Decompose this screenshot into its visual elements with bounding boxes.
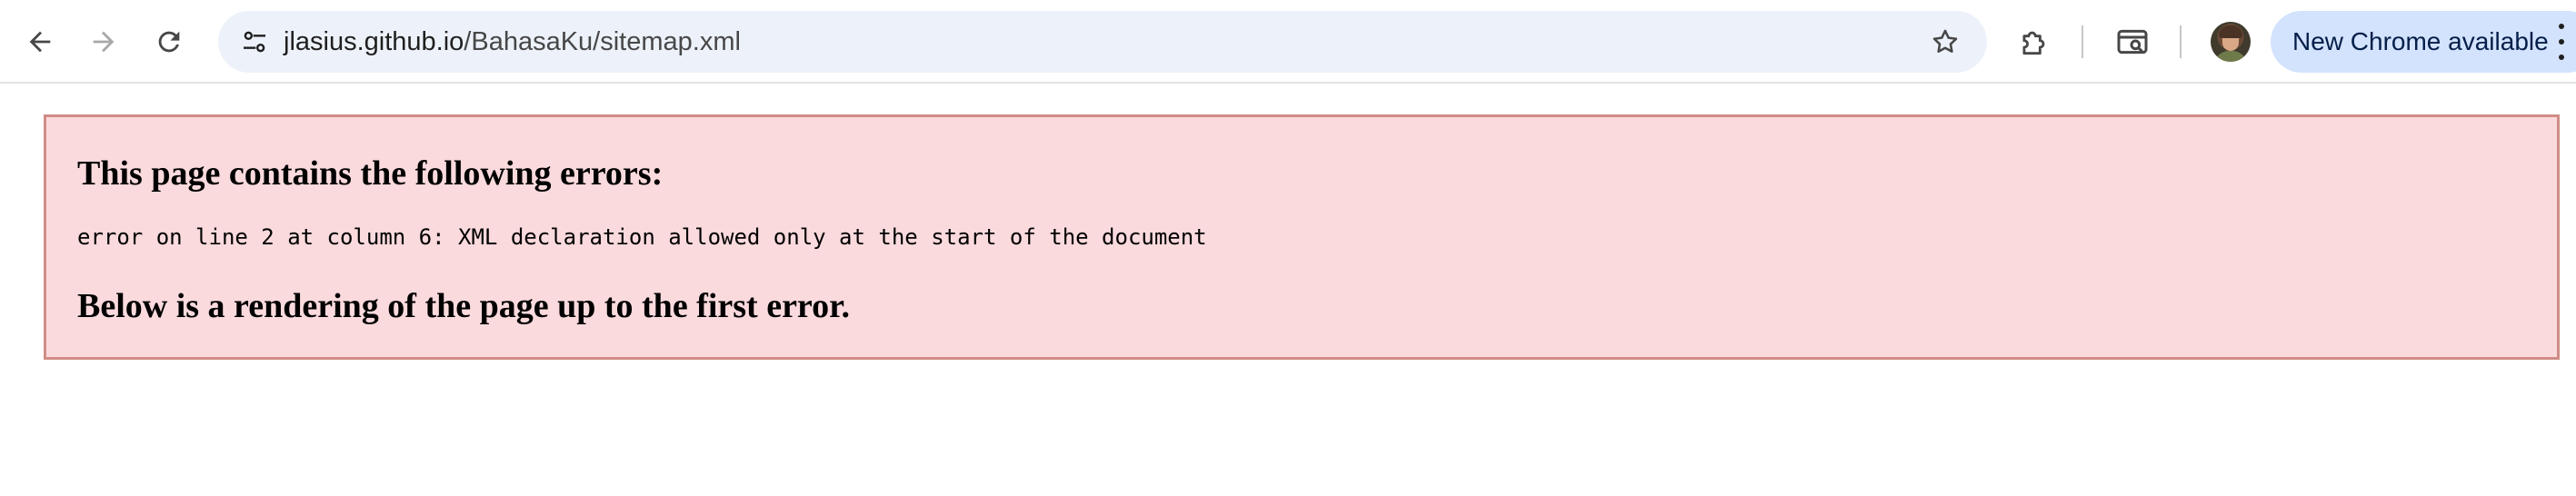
address-bar[interactable]: jlasius.github.io/BahasaKu/sitemap.xml bbox=[218, 11, 1987, 73]
arrow-right-icon bbox=[93, 31, 115, 53]
url-path: /BahasaKu/sitemap.xml bbox=[464, 27, 741, 56]
xml-parse-error-box: This page contains the following errors:… bbox=[44, 114, 2560, 360]
reload-icon bbox=[158, 31, 180, 53]
toolbar-divider bbox=[2180, 25, 2182, 58]
avatar-shirt bbox=[2214, 51, 2247, 62]
reload-button[interactable] bbox=[144, 16, 195, 67]
menu-dot bbox=[2559, 39, 2564, 45]
toolbar-divider bbox=[2082, 25, 2083, 58]
menu-dot bbox=[2559, 24, 2564, 29]
site-info-button[interactable] bbox=[231, 18, 278, 65]
back-button[interactable] bbox=[15, 16, 65, 67]
profile-avatar[interactable] bbox=[2211, 22, 2251, 62]
forward-button[interactable] bbox=[78, 16, 129, 67]
url-text[interactable]: jlasius.github.io/BahasaKu/sitemap.xml bbox=[284, 11, 741, 73]
error-message: error on line 2 at column 6: XML declara… bbox=[77, 224, 1207, 250]
search-page-button[interactable] bbox=[2107, 16, 2158, 67]
tune-icon bbox=[244, 31, 265, 53]
avatar-hair bbox=[2219, 25, 2242, 38]
menu-dot bbox=[2559, 55, 2564, 60]
search-page-icon bbox=[2117, 29, 2148, 55]
kebab-menu-icon[interactable] bbox=[2552, 24, 2571, 60]
error-footer: Below is a rendering of the page up to t… bbox=[77, 287, 850, 325]
browser-toolbar: jlasius.github.io/BahasaKu/sitemap.xml N… bbox=[0, 0, 2576, 84]
url-host: jlasius.github.io bbox=[284, 27, 464, 56]
arrow-left-icon bbox=[29, 31, 51, 53]
star-icon bbox=[1932, 29, 1958, 54]
error-heading: This page contains the following errors: bbox=[77, 154, 664, 193]
bookmark-button[interactable] bbox=[1922, 18, 1969, 65]
puzzle-icon bbox=[2022, 31, 2045, 55]
extensions-button[interactable] bbox=[2009, 16, 2060, 67]
new-chrome-available-button[interactable]: New Chrome available bbox=[2271, 11, 2576, 73]
